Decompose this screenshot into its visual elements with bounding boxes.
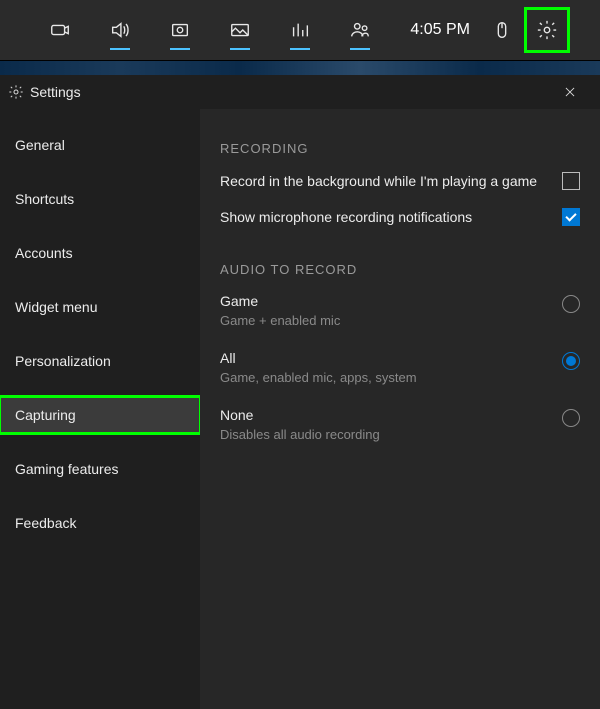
radio-title: Game bbox=[220, 293, 562, 309]
radio-game[interactable] bbox=[562, 295, 580, 313]
sidebar-item-personalization[interactable]: Personalization bbox=[0, 343, 200, 379]
settings-panel: Settings General Shortcuts Accounts Widg… bbox=[0, 75, 600, 709]
settings-header: Settings bbox=[0, 75, 600, 109]
check-label: Record in the background while I'm playi… bbox=[220, 173, 562, 189]
audio-heading: AUDIO TO RECORD bbox=[220, 262, 580, 277]
radio-row-all: All Game, enabled mic, apps, system bbox=[220, 350, 580, 385]
radio-subtitle: Game + enabled mic bbox=[220, 313, 562, 328]
game-bar-toolbar: 4:05 PM bbox=[0, 0, 600, 61]
sidebar-item-accounts[interactable]: Accounts bbox=[0, 235, 200, 271]
performance-icon[interactable] bbox=[270, 0, 330, 60]
decorative-strip bbox=[0, 61, 600, 75]
radio-subtitle: Game, enabled mic, apps, system bbox=[220, 370, 562, 385]
panel-title: Settings bbox=[30, 84, 81, 100]
recording-heading: RECORDING bbox=[220, 141, 580, 156]
settings-content: RECORDING Record in the background while… bbox=[200, 109, 600, 709]
toolbar-underline bbox=[170, 48, 190, 50]
toolbar-underline bbox=[350, 48, 370, 50]
xbox-widget-icon[interactable] bbox=[30, 0, 90, 60]
toolbar-underline bbox=[230, 48, 250, 50]
settings-sidebar: General Shortcuts Accounts Widget menu P… bbox=[0, 109, 200, 709]
toolbar-underline bbox=[110, 48, 130, 50]
radio-none[interactable] bbox=[562, 409, 580, 427]
radio-subtitle: Disables all audio recording bbox=[220, 427, 562, 442]
audio-icon[interactable] bbox=[90, 0, 150, 60]
radio-title: None bbox=[220, 407, 562, 423]
sidebar-item-general[interactable]: General bbox=[0, 127, 200, 163]
toolbar-underline bbox=[290, 48, 310, 50]
sidebar-item-feedback[interactable]: Feedback bbox=[0, 505, 200, 541]
social-icon[interactable] bbox=[330, 0, 390, 60]
toolbar-clock: 4:05 PM bbox=[398, 21, 482, 39]
sidebar-item-widget-menu[interactable]: Widget menu bbox=[0, 289, 200, 325]
close-button[interactable] bbox=[554, 76, 586, 108]
capture-icon[interactable] bbox=[150, 0, 210, 60]
check-row-background-record: Record in the background while I'm playi… bbox=[220, 172, 580, 190]
gear-icon bbox=[8, 84, 24, 100]
radio-all[interactable] bbox=[562, 352, 580, 370]
check-row-mic-notifications: Show microphone recording notifications bbox=[220, 208, 580, 226]
radio-row-game: Game Game + enabled mic bbox=[220, 293, 580, 328]
radio-row-none: None Disables all audio recording bbox=[220, 407, 580, 442]
radio-title: All bbox=[220, 350, 562, 366]
check-label: Show microphone recording notifications bbox=[220, 209, 562, 225]
checkbox-background-record[interactable] bbox=[562, 172, 580, 190]
sidebar-item-gaming-features[interactable]: Gaming features bbox=[0, 451, 200, 487]
checkbox-mic-notifications[interactable] bbox=[562, 208, 580, 226]
settings-gear-icon[interactable] bbox=[524, 7, 570, 53]
sidebar-item-shortcuts[interactable]: Shortcuts bbox=[0, 181, 200, 217]
gallery-icon[interactable] bbox=[210, 0, 270, 60]
mouse-icon[interactable] bbox=[482, 0, 522, 60]
sidebar-item-capturing[interactable]: Capturing bbox=[0, 397, 200, 433]
